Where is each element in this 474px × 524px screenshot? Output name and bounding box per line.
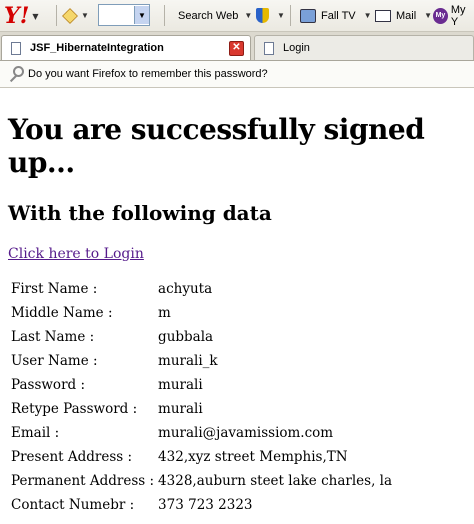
field-label: Retype Password : xyxy=(11,401,138,417)
tab-title: JSF_HibernateIntegration xyxy=(30,42,164,54)
page-heading: You are successfully signed up... xyxy=(8,113,425,179)
table-row: Present Address : 432,xyz street Memphis,… xyxy=(10,446,393,468)
field-label: Present Address : xyxy=(11,449,133,465)
my-yahoo-label: My Y xyxy=(450,3,466,28)
yahoo-logo-button[interactable]: Y! ▼ xyxy=(4,0,39,31)
table-row: First Name : achyuta xyxy=(10,278,393,300)
pencil-button[interactable]: ▼ xyxy=(62,0,89,31)
my-yahoo-icon: My xyxy=(433,7,448,24)
login-link[interactable]: Click here to Login xyxy=(8,246,144,262)
table-row: Password : murali xyxy=(10,374,393,396)
chevron-down-icon: ▼ xyxy=(277,11,285,20)
key-icon xyxy=(6,66,24,82)
page-content: You are successfully signed up... With t… xyxy=(8,100,468,518)
field-value: gubbala xyxy=(158,329,214,345)
chevron-down-icon: ▼ xyxy=(424,11,433,20)
page-subheading: With the following data xyxy=(8,201,272,225)
field-value: 373 723 2323 xyxy=(158,497,253,513)
pencil-icon xyxy=(62,7,78,24)
search-web-button[interactable]: Search Web ▼ xyxy=(178,0,252,31)
yahoo-logo-icon: Y! xyxy=(4,2,30,29)
mail-icon xyxy=(375,9,391,22)
page-icon xyxy=(11,41,21,55)
table-row: Retype Password : murali xyxy=(10,398,393,420)
chevron-down-icon: ▼ xyxy=(244,11,253,20)
toolbar-separator xyxy=(56,5,57,26)
mail-label: Mail xyxy=(396,9,417,22)
table-row: Email : murali@javamissiom.com xyxy=(10,422,393,444)
search-web-label: Search Web xyxy=(178,9,239,22)
tab-login[interactable]: Login xyxy=(254,35,474,60)
table-row: Middle Name : m xyxy=(10,302,393,324)
tab-bar: JSF_HibernateIntegration ✕ Login xyxy=(0,32,474,61)
yahoo-toolbar: Y! ▼ ▼ ▼ Search Web ▼ ▼ Fall TV ▼ Mail ▼ My M… xyxy=(0,0,474,32)
table-row: User Name : murali_k xyxy=(10,350,393,372)
tab-jsf-hibernate[interactable]: JSF_HibernateIntegration ✕ xyxy=(1,35,251,60)
field-value: 4328,auburn steet lake charles, la xyxy=(158,473,393,489)
chevron-down-icon[interactable]: ▼ xyxy=(134,6,149,24)
table-row: Contact Numebr : 373 723 2323 xyxy=(10,494,393,516)
field-value: murali_k xyxy=(158,353,218,369)
field-label: Contact Numebr : xyxy=(11,497,135,513)
field-value: murali xyxy=(158,377,203,393)
toolbar-separator xyxy=(164,5,165,26)
field-label: Email : xyxy=(11,425,60,441)
password-notification-bar: Do you want Firefox to remember this pas… xyxy=(0,61,474,88)
notification-text: Do you want Firefox to remember this pas… xyxy=(28,68,268,80)
page-icon xyxy=(264,41,274,55)
field-value: achyuta xyxy=(158,281,213,297)
table-row: Permanent Address :4328,auburn steet lak… xyxy=(10,470,393,492)
antispy-button[interactable]: ▼ xyxy=(256,0,285,31)
table-row: Last Name : gubbala xyxy=(10,326,393,348)
field-label: Middle Name : xyxy=(11,305,113,321)
fall-tv-label: Fall TV xyxy=(321,9,356,22)
search-input[interactable]: ▼ xyxy=(98,4,150,26)
field-value: murali xyxy=(158,401,203,417)
signup-data-table: First Name : achyuta Middle Name : m Last Na… xyxy=(8,276,395,518)
mail-button[interactable]: Mail ▼ xyxy=(375,0,432,31)
field-label: User Name : xyxy=(11,353,98,369)
tab-title: Login xyxy=(283,42,310,54)
chevron-down-icon: ▼ xyxy=(32,10,39,21)
field-label: First Name : xyxy=(11,281,98,297)
field-value: murali@javamissiom.com xyxy=(158,425,334,441)
chevron-down-icon: ▼ xyxy=(81,11,89,20)
chevron-down-icon: ▼ xyxy=(363,11,372,20)
field-value: m xyxy=(158,305,171,321)
close-tab-icon[interactable]: ✕ xyxy=(229,41,244,56)
field-label: Last Name : xyxy=(11,329,95,345)
my-yahoo-button[interactable]: My My Y xyxy=(433,0,474,31)
toolbar-separator xyxy=(290,5,291,26)
tv-icon xyxy=(300,8,316,23)
shield-icon xyxy=(256,8,269,23)
fall-tv-button[interactable]: Fall TV ▼ xyxy=(300,0,372,31)
field-label: Password : xyxy=(11,377,85,393)
field-label: Permanent Address : xyxy=(11,473,155,489)
field-value: 432,xyz street Memphis,TN xyxy=(158,449,348,465)
